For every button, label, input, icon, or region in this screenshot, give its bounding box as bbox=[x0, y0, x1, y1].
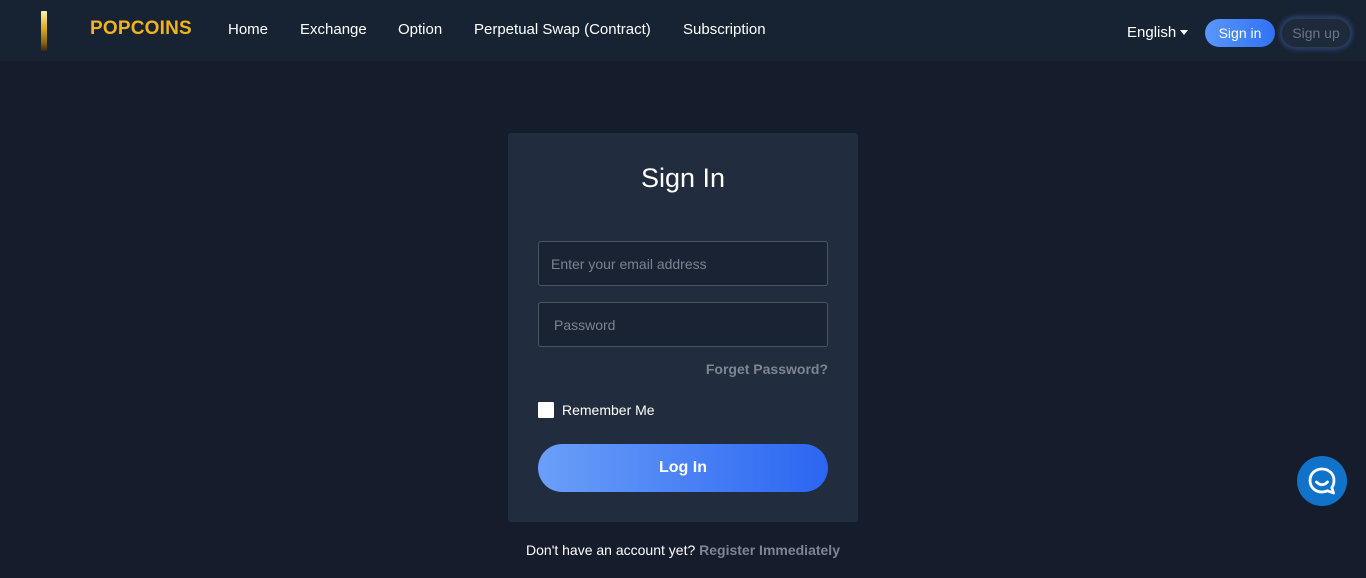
signin-card: Sign In Forget Password? Remember Me Log… bbox=[508, 133, 858, 522]
remember-me-checkbox[interactable] bbox=[538, 402, 554, 418]
header-signup-button[interactable]: Sign up bbox=[1281, 18, 1351, 48]
login-button[interactable]: Log In bbox=[538, 444, 828, 492]
chat-widget-button[interactable] bbox=[1297, 456, 1347, 506]
language-label: English bbox=[1127, 24, 1177, 41]
register-link[interactable]: Register Immediately bbox=[699, 542, 840, 558]
logo-icon[interactable] bbox=[40, 11, 48, 51]
language-selector[interactable]: English bbox=[1127, 24, 1189, 41]
remember-me-label[interactable]: Remember Me bbox=[562, 402, 655, 418]
top-navbar: POPCOINS Home Exchange Option Perpetual … bbox=[0, 0, 1366, 61]
nav-exchange[interactable]: Exchange bbox=[300, 21, 367, 38]
caret-down-icon bbox=[1180, 30, 1189, 35]
register-prompt: Don't have an account yet? Register Imme… bbox=[0, 542, 1366, 558]
nav-option[interactable]: Option bbox=[398, 21, 442, 38]
password-field[interactable] bbox=[538, 302, 828, 347]
nav-home[interactable]: Home bbox=[228, 21, 268, 38]
chat-bubble-icon bbox=[1308, 467, 1336, 495]
forget-password-link[interactable]: Forget Password? bbox=[706, 361, 828, 377]
brand-name[interactable]: POPCOINS bbox=[90, 18, 192, 40]
signin-title: Sign In bbox=[640, 163, 726, 193]
register-prompt-text: Don't have an account yet? bbox=[526, 542, 696, 558]
nav-perpetual-swap[interactable]: Perpetual Swap (Contract) bbox=[474, 21, 651, 38]
nav-subscription[interactable]: Subscription bbox=[683, 21, 766, 38]
email-field[interactable] bbox=[538, 241, 828, 286]
header-signin-button[interactable]: Sign in bbox=[1205, 19, 1275, 47]
